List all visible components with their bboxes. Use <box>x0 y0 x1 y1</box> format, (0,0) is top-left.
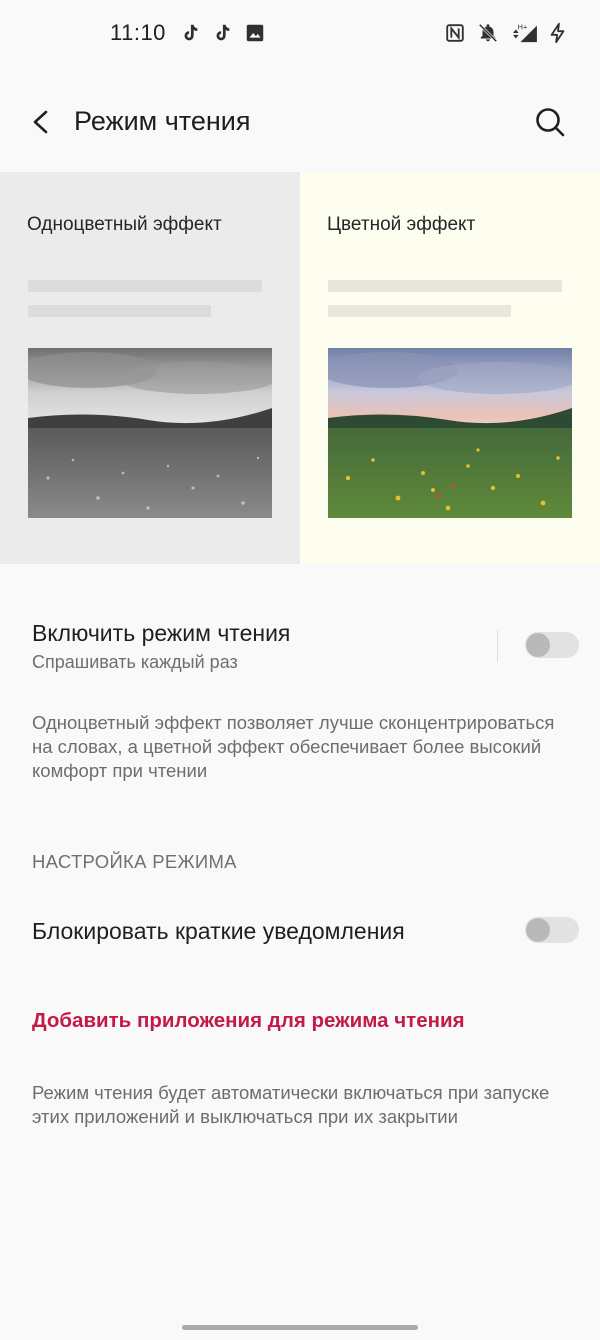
divider <box>497 630 498 662</box>
tiktok-icon <box>211 22 233 44</box>
enable-reading-mode-title[interactable]: Включить режим чтения <box>32 620 290 647</box>
tiktok-icon <box>179 22 201 44</box>
back-button[interactable] <box>24 102 58 142</box>
text-placeholder-line <box>328 305 511 317</box>
monochrome-effect-panel[interactable]: Одноцветный эффект <box>0 172 300 564</box>
status-time: 11:10 <box>110 20 166 45</box>
status-bar: 11:10 H+ <box>0 0 600 68</box>
monochrome-effect-title: Одноцветный эффект <box>27 214 222 235</box>
reading-mode-description: Одноцветный эффект позволяет лучше сконц… <box>32 712 555 781</box>
text-placeholder-line <box>28 280 262 292</box>
back-arrow-icon <box>33 110 48 134</box>
search-button[interactable] <box>530 102 570 142</box>
block-notifications-toggle[interactable] <box>525 917 579 943</box>
add-apps-description: Режим чтения будет автоматически включат… <box>32 1082 550 1127</box>
app-bar: Режим чтения <box>0 84 600 160</box>
color-landscape-image <box>328 348 572 518</box>
toggle-knob <box>526 918 550 942</box>
text-placeholder-line <box>328 280 562 292</box>
color-effect-title: Цветной эффект <box>327 214 476 235</box>
effect-preview: Одноцветный эффект Цветной эффект <box>0 172 600 564</box>
enable-reading-mode-toggle[interactable] <box>525 632 579 658</box>
page-title: Режим чтения <box>74 106 251 136</box>
add-apps-link[interactable]: Добавить приложения для режима чтения <box>32 1009 465 1033</box>
enable-reading-mode-subtitle: Спрашивать каждый раз <box>32 652 238 672</box>
network-badge: H+ <box>518 22 528 31</box>
bell-off-icon <box>477 22 499 44</box>
charging-icon <box>547 22 569 44</box>
section-header: НАСТРОЙКА РЕЖИМА <box>32 851 237 872</box>
color-effect-panel[interactable]: Цветной эффект <box>300 172 600 564</box>
nfc-icon <box>444 22 466 44</box>
text-placeholder-line <box>28 305 211 317</box>
home-indicator[interactable] <box>182 1325 418 1330</box>
block-notifications-title[interactable]: Блокировать краткие уведомления <box>32 918 405 945</box>
search-icon <box>536 108 565 137</box>
toggle-knob <box>526 633 550 657</box>
gallery-icon <box>244 22 266 44</box>
signal-icon: H+ <box>510 22 540 44</box>
monochrome-landscape-image <box>28 348 272 518</box>
